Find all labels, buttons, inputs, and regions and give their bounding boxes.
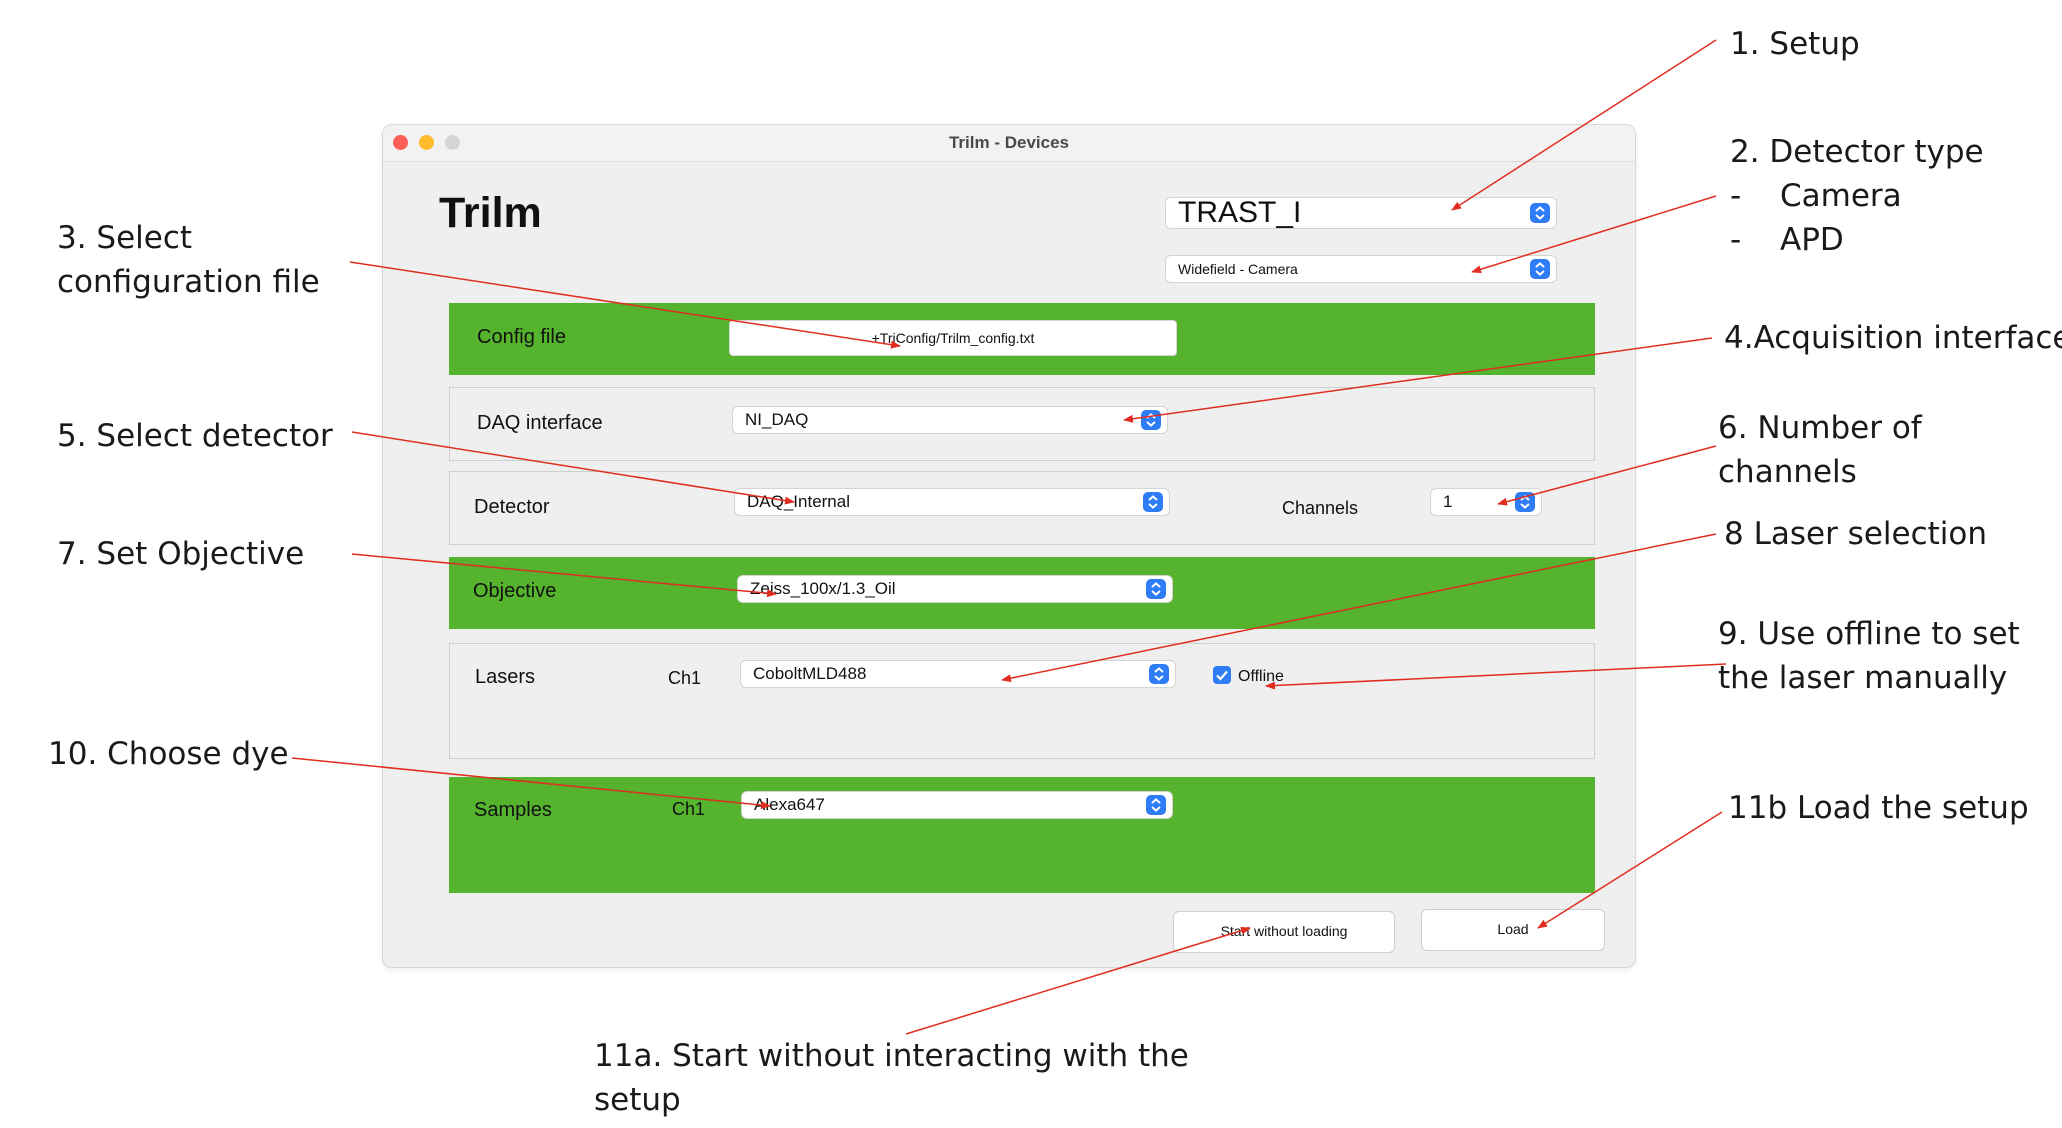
dye-value: Alexa647 [754, 795, 825, 814]
chevron-up-down-icon [1146, 795, 1166, 815]
laser-value: CoboltMLD488 [753, 664, 867, 683]
samples-label: Samples [474, 799, 552, 821]
annotation-laser: 8 Laser selection [1724, 516, 1988, 552]
dye-select[interactable]: Alexa647 [741, 791, 1173, 819]
laser-select[interactable]: CoboltMLD488 [740, 660, 1176, 688]
annotation-dash: - [1730, 222, 1742, 258]
app-title: Trilm [439, 189, 542, 237]
chevron-up-down-icon [1530, 259, 1550, 279]
annotation-dye: 10. Choose dye [48, 736, 289, 772]
annotation-offline-line2: the laser manually [1718, 660, 2008, 696]
channels-select[interactable]: 1 [1430, 488, 1542, 516]
chevron-up-down-icon [1149, 664, 1169, 684]
channels-label: Channels [1282, 498, 1359, 518]
chevron-up-down-icon [1530, 203, 1550, 223]
annotation-objective: 7. Set Objective [57, 536, 305, 572]
chevron-up-down-icon [1143, 492, 1163, 512]
annotation-detector-type: 2. Detector type [1730, 134, 1984, 170]
annotation-select-detector: 5. Select detector [57, 418, 333, 454]
objective-value: Zeiss_100x/1.3_Oil [750, 579, 896, 598]
annotation-start-line1: 11a. Start without interacting with the [594, 1038, 1189, 1074]
daq-interface-panel: DAQ interface NI_DAQ [449, 387, 1595, 461]
lasers-panel: Lasers Ch1 CoboltMLD488 Offline [449, 643, 1595, 759]
daq-interface-select[interactable]: NI_DAQ [732, 406, 1168, 434]
objective-panel: Objective Zeiss_100x/1.3_Oil [449, 557, 1595, 629]
config-file-field[interactable]: +TriConfig/Trilm_config.txt [729, 320, 1177, 356]
annotation-acquisition: 4.Acquisition interface [1724, 320, 2062, 356]
chevron-up-down-icon [1141, 410, 1161, 430]
annotation-offline-line1: 9. Use offline to set [1718, 616, 2020, 652]
lasers-label: Lasers [475, 666, 536, 688]
config-file-panel: Config file +TriConfig/Trilm_config.txt [449, 303, 1595, 375]
offline-checkbox[interactable] [1213, 666, 1231, 684]
objective-select[interactable]: Zeiss_100x/1.3_Oil [737, 575, 1173, 603]
offline-label: Offline [1238, 668, 1284, 685]
annotation-apd: APD [1780, 222, 1844, 258]
channels-value: 1 [1443, 492, 1453, 511]
chevron-up-down-icon [1146, 579, 1166, 599]
detector-type-select[interactable]: Widefield - Camera [1165, 255, 1557, 283]
setup-select[interactable]: TRAST_I [1165, 196, 1557, 229]
samples-panel: Samples Ch1 Alexa647 [449, 777, 1595, 893]
detector-label: Detector [474, 496, 550, 518]
start-without-loading-button[interactable]: Start without loading [1173, 911, 1395, 953]
detector-panel: Detector DAQ_Internal Channels 1 [449, 471, 1595, 545]
annotation-channels-line2: channels [1718, 454, 1857, 490]
config-file-label: Config file [477, 326, 566, 348]
lasers-channel-label: Ch1 [668, 668, 702, 688]
objective-label: Objective [473, 580, 557, 602]
title-bar: Trilm - Devices [383, 125, 1635, 162]
annotation-start-line2: setup [594, 1082, 681, 1118]
devices-window: Trilm - Devices Trilm TRAST_I Widefield … [382, 124, 1636, 968]
annotation-config-line2: configuration file [57, 264, 320, 300]
daq-interface-value: NI_DAQ [745, 410, 809, 429]
annotation-setup: 1. Setup [1730, 26, 1860, 62]
chevron-up-down-icon [1515, 492, 1535, 512]
load-button[interactable]: Load [1421, 909, 1605, 951]
annotation-dash: - [1730, 178, 1742, 214]
annotation-config-line1: 3. Select [57, 220, 193, 256]
annotation-channels-line1: 6. Number of [1718, 410, 1922, 446]
daq-interface-label: DAQ interface [477, 412, 603, 434]
detector-value: DAQ_Internal [747, 492, 850, 511]
detector-select[interactable]: DAQ_Internal [734, 488, 1170, 516]
detector-type-select-value: Widefield - Camera [1178, 261, 1298, 277]
samples-channel-label: Ch1 [672, 799, 706, 819]
setup-select-value: TRAST_I [1178, 196, 1302, 229]
window-title: Trilm - Devices [948, 133, 1069, 152]
annotation-camera: Camera [1780, 178, 1902, 214]
annotation-load: 11b Load the setup [1728, 790, 2029, 826]
